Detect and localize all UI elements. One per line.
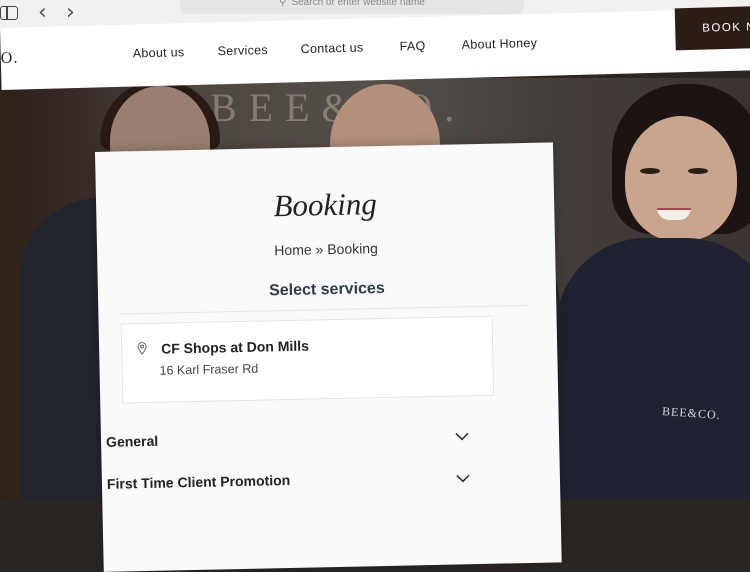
person-eye — [640, 168, 660, 174]
breadcrumb[interactable]: Home » Booking — [97, 236, 555, 262]
chevron-down-icon[interactable] — [455, 470, 471, 486]
location-card[interactable]: CF Shops at Don Mills 16 Karl Fraser Rd — [120, 315, 495, 404]
category-general[interactable]: General — [106, 426, 476, 460]
person-eye — [688, 168, 708, 174]
chevron-down-icon[interactable] — [454, 428, 470, 444]
forward-icon[interactable]: › — [66, 2, 75, 24]
category-label: First Time Client Promotion — [106, 471, 291, 492]
address-bar[interactable]: ⚲ Search or enter website name — [180, 0, 524, 14]
category-label: General — [105, 432, 159, 450]
section-title: Select services — [268, 279, 385, 300]
map-pin-icon — [137, 342, 147, 355]
back-icon[interactable]: ‹ — [38, 2, 47, 24]
person-face — [625, 116, 737, 241]
nav-about-us[interactable]: About us — [133, 45, 185, 60]
location-address: 16 Karl Fraser Rd — [159, 361, 259, 378]
site-logo[interactable]: O. — [1, 50, 19, 68]
page-title: Booking — [273, 186, 378, 224]
location-name: CF Shops at Don Mills — [160, 337, 310, 357]
booking-card: Booking Home » Booking Select services C… — [95, 142, 562, 572]
divider — [118, 304, 529, 315]
nav-contact-us[interactable]: Contact us — [300, 40, 363, 56]
search-icon: ⚲ — [279, 0, 287, 8]
nav-about-honey[interactable]: About Honey — [461, 36, 537, 52]
address-placeholder: Search or enter website name — [291, 0, 425, 8]
nav-faq[interactable]: FAQ — [399, 39, 425, 54]
nav-services[interactable]: Services — [218, 43, 269, 58]
book-now-button[interactable]: BOOK N — [674, 5, 750, 51]
category-first-time-client-promotion[interactable]: First Time Client Promotion — [107, 468, 477, 502]
person-body — [556, 238, 750, 500]
sidebar-icon[interactable] — [0, 6, 18, 20]
